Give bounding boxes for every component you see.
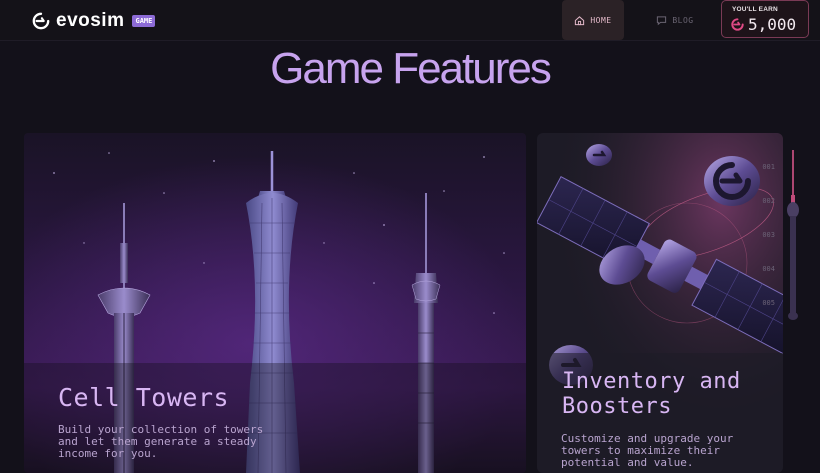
earnings-value: 5,000	[748, 15, 797, 34]
step-indicator[interactable]: 003	[762, 231, 775, 239]
cell-towers-illustration	[24, 133, 526, 473]
home-icon	[575, 15, 585, 25]
satellite-illustration	[537, 133, 783, 473]
feature-title: Cell Towers	[58, 383, 230, 412]
feature-card-cell-towers[interactable]: Cell Towers Build your collection of tow…	[24, 133, 526, 473]
scroll-progress-tower[interactable]	[786, 150, 800, 322]
evosim-coin-icon	[731, 18, 744, 31]
feature-description: Build your collection of towers and let …	[58, 423, 264, 460]
step-indicator[interactable]: 004	[762, 265, 775, 273]
nav-blog-label: BLOG	[672, 15, 694, 25]
nav-blog-tab[interactable]: BLOG	[644, 0, 706, 40]
feature-title: Inventory and Boosters	[562, 369, 741, 419]
nav-home-tab[interactable]: HOME	[562, 0, 624, 40]
nav-home-label: HOME	[590, 15, 612, 25]
earnings-label: YOU'LL EARN	[732, 6, 778, 13]
logo-badge: GAME	[132, 15, 156, 27]
feature-card-inventory-boosters[interactable]: 001 002 003 004 005 Inventory and Booste…	[537, 133, 783, 473]
evosim-logo-icon	[32, 12, 50, 30]
logo-wordmark: evosim	[56, 10, 125, 31]
chat-icon	[657, 15, 667, 25]
top-nav-bar: evosim GAME HOME BLOG YOU'LL EARN 5,000	[0, 0, 820, 41]
step-indicator[interactable]: 005	[762, 299, 775, 307]
step-indicator[interactable]: 002	[762, 197, 775, 205]
feature-description: Customize and upgrade your towers to max…	[561, 432, 734, 469]
evosim-logo[interactable]: evosim GAME	[32, 10, 156, 32]
earnings-value-row: 5,000	[731, 15, 796, 34]
floating-coin	[586, 144, 612, 166]
earnings-widget[interactable]: YOU'LL EARN 5,000	[721, 0, 809, 38]
step-indicator[interactable]: 001	[762, 163, 775, 171]
page-title: Game Features	[270, 44, 552, 93]
